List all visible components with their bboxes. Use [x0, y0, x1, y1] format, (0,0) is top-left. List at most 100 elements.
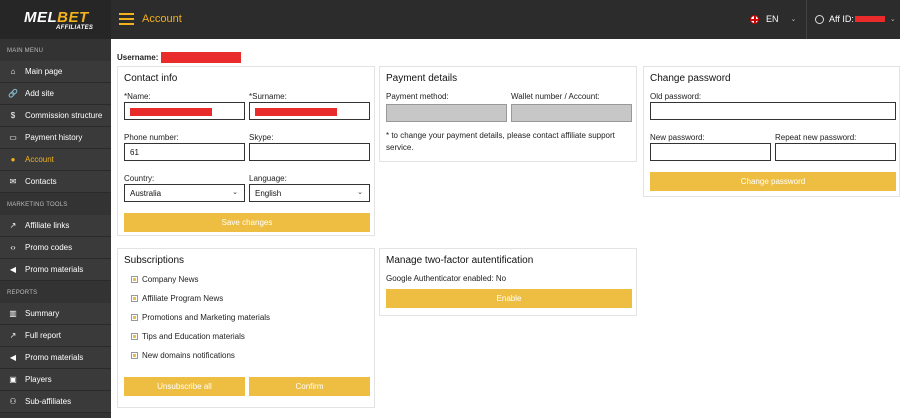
sidebar-item-label: Promo materials	[25, 353, 84, 362]
envelope-icon: ✉	[9, 177, 17, 186]
username-label: Username:	[117, 53, 159, 62]
language-select[interactable]: English ⌄	[249, 184, 370, 202]
sidebar-item-add-site[interactable]: 🔗 Add site	[0, 83, 111, 105]
account-main: Username: Contact info *Name: *Surname: …	[111, 39, 900, 418]
redacted-username	[161, 52, 242, 63]
top-header: MELBET AFFILIATES Account EN ⌄ Aff ID: ⌄	[0, 0, 900, 39]
sidebar-item-summary[interactable]: ▥ Summary	[0, 303, 111, 325]
redacted-surname	[255, 108, 337, 116]
contact-info-card: Contact info *Name: *Surname: Phone numb…	[117, 66, 375, 236]
sidebar-item-full-report[interactable]: ↗ Full report	[0, 325, 111, 347]
menu-toggle-icon[interactable]	[119, 13, 134, 26]
subscriptions-card: Subscriptions Unsubscribe all Confirm Co…	[117, 248, 375, 408]
melbet-logo[interactable]: MELBET AFFILIATES	[0, 0, 111, 39]
sidebar-item-label: Add site	[25, 89, 54, 98]
sidebar-item-label: Summary	[25, 309, 60, 318]
enable-2fa-button[interactable]: Enable	[386, 289, 632, 308]
sidebar-item-promo-materials[interactable]: ◀ Promo materials	[0, 259, 111, 281]
payment-method-input	[386, 104, 507, 122]
sidebar-item-label: Promo materials	[25, 265, 84, 274]
old-password-input[interactable]	[650, 102, 896, 120]
sidebar-item-promo-materials[interactable]: ◀ Promo materials	[0, 347, 111, 369]
subscription-option[interactable]: Company News	[131, 275, 198, 284]
sidebar-item-label: Full report	[25, 331, 62, 340]
language-label: Language:	[249, 174, 287, 183]
megaphone-icon: ◀	[9, 265, 17, 274]
user-icon	[815, 14, 824, 24]
surname-label: *Surname:	[249, 92, 287, 101]
checkbox-icon[interactable]	[131, 295, 138, 302]
name-input[interactable]	[124, 102, 245, 120]
sidebar-item-label: Commission structure	[25, 111, 103, 120]
new-password-input[interactable]	[650, 143, 771, 161]
sidebar-item-main-page[interactable]: ⌂ Main page	[0, 61, 111, 83]
sidebar-item-players[interactable]: ▣ Players	[0, 369, 111, 391]
sidebar-item-promo-codes[interactable]: ‹› Promo codes	[0, 237, 111, 259]
sidebar-item-label: Account	[25, 155, 54, 164]
sidebar-section-title: MARKETING TOOLS	[0, 193, 111, 215]
language-value: English	[255, 189, 282, 198]
skype-input[interactable]	[249, 143, 370, 161]
subscription-label: Affiliate Program News	[142, 294, 224, 303]
subscription-option[interactable]: Affiliate Program News	[131, 294, 223, 303]
sidebar-item-commission-structure[interactable]: $ Commission structure	[0, 105, 111, 127]
subscription-option[interactable]: New domains notifications	[131, 351, 235, 360]
affiliate-id-menu[interactable]: Aff ID: ⌄	[815, 14, 896, 24]
sidebar-item-payment-history[interactable]: ▭ Payment history	[0, 127, 111, 149]
subscription-label: Tips and Education materials	[142, 332, 245, 341]
id-card-icon: ▣	[9, 375, 17, 384]
repeat-password-label: Repeat new password:	[775, 133, 857, 142]
chevron-down-icon: ⌄	[889, 16, 896, 23]
page-title: Account	[142, 13, 182, 25]
contact-info-title: Contact info	[124, 73, 178, 84]
change-password-card: Change password Old password: New passwo…	[643, 66, 900, 197]
save-changes-button[interactable]: Save changes	[124, 213, 370, 232]
checkbox-icon[interactable]	[131, 314, 138, 321]
checkbox-icon[interactable]	[131, 333, 138, 340]
two-factor-title: Manage two-factor autentification	[386, 255, 534, 266]
line-chart-icon: ↗	[9, 331, 17, 340]
sidebar-item-label: Main page	[25, 67, 63, 76]
phone-input[interactable]: 61	[124, 143, 245, 161]
old-password-label: Old password:	[650, 92, 702, 101]
confirm-button[interactable]: Confirm	[249, 377, 370, 396]
sidebar-item-affiliate-links[interactable]: ↗ Affiliate links	[0, 215, 111, 237]
wallet-input	[511, 104, 632, 122]
sidebar-item-sub-affiliates[interactable]: ⚇ Sub-affiliates	[0, 391, 111, 413]
two-factor-status: Google Authenticator enabled: No	[386, 274, 507, 283]
sidebar-item-account[interactable]: ● Account	[0, 149, 111, 171]
language-selector[interactable]: EN ⌄	[750, 14, 796, 24]
megaphone-icon: ◀	[9, 353, 17, 362]
country-value: Australia	[130, 189, 162, 198]
new-password-label: New password:	[650, 133, 705, 142]
logo-subtitle: AFFILIATES	[56, 25, 94, 31]
aff-id-label: Aff ID:	[829, 14, 854, 24]
phone-label: Phone number:	[124, 133, 179, 142]
language-code: EN	[766, 14, 779, 24]
payment-method-label: Payment method:	[386, 92, 449, 101]
skype-label: Skype:	[249, 133, 274, 142]
checkbox-icon[interactable]	[131, 352, 138, 359]
subscription-option[interactable]: Promotions and Marketing materials	[131, 313, 270, 322]
unsubscribe-all-button[interactable]: Unsubscribe all	[124, 377, 245, 396]
payment-details-title: Payment details	[386, 73, 458, 84]
two-factor-card: Manage two-factor autentification Google…	[379, 248, 637, 316]
sidebar: MAIN MENU ⌂ Main page 🔗 Add site $ Commission …	[0, 39, 111, 418]
country-label: Country:	[124, 174, 155, 183]
payment-details-card: Payment details Payment method: Wallet n…	[379, 66, 637, 162]
repeat-password-input[interactable]	[775, 143, 896, 161]
sidebar-item-contacts[interactable]: ✉ Contacts	[0, 171, 111, 193]
subscription-option[interactable]: Tips and Education materials	[131, 332, 245, 341]
link-icon: 🔗	[8, 89, 18, 98]
country-select[interactable]: Australia ⌄	[124, 184, 245, 202]
card-icon: ▭	[9, 133, 17, 142]
external-link-icon: ↗	[9, 221, 17, 230]
users-icon: ⚇	[9, 397, 17, 406]
change-password-button[interactable]: Change password	[650, 172, 896, 191]
code-icon: ‹›	[10, 243, 16, 252]
sidebar-item-label: Promo codes	[25, 243, 73, 252]
surname-input[interactable]	[249, 102, 370, 120]
sidebar-section-title: REPORTS	[0, 281, 111, 303]
chevron-down-icon: ⌄	[357, 189, 363, 196]
checkbox-icon[interactable]	[131, 276, 138, 283]
